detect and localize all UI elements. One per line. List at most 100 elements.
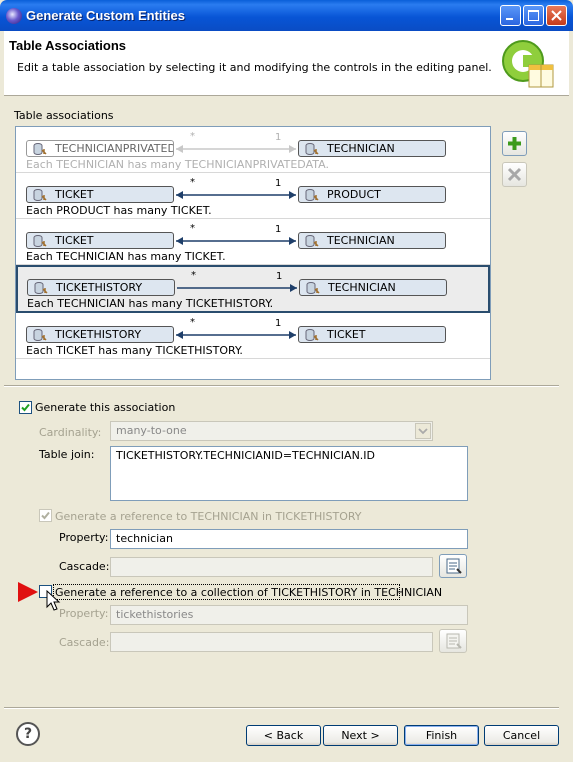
cascade-field[interactable] bbox=[110, 557, 433, 577]
cascade-browse-button[interactable] bbox=[439, 554, 467, 578]
plus-icon bbox=[508, 137, 521, 150]
association-row[interactable]: TICKETHISTORY * 1 TICKET Each TICKET has… bbox=[16, 313, 490, 359]
right-table-box: TECHNICIAN bbox=[298, 232, 446, 249]
cardinality-select[interactable]: many-to-one bbox=[110, 421, 433, 441]
association-description: Each TICKET has many TICKETHISTORY. bbox=[26, 344, 243, 357]
association-row[interactable]: TICKET * 1 TECHNICIAN Each TECHNICIAN ha… bbox=[16, 219, 490, 265]
table-associations-label: Table associations bbox=[14, 109, 114, 122]
left-cardinality: * bbox=[190, 131, 195, 142]
next-button[interactable]: Next > bbox=[323, 725, 398, 746]
minimize-icon bbox=[506, 18, 513, 20]
help-icon: ? bbox=[23, 726, 33, 742]
left-table-box: TECHNICIANPRIVATEDA bbox=[26, 140, 174, 157]
left-table-name: TICKETHISTORY bbox=[55, 328, 142, 341]
left-cardinality: * bbox=[190, 317, 195, 328]
left-table-name: TICKET bbox=[55, 188, 94, 201]
eclipse-icon bbox=[6, 8, 22, 24]
generate-reference-label: Generate a reference to TECHNICIAN in TI… bbox=[55, 510, 362, 523]
right-table-name: TECHNICIAN bbox=[327, 234, 395, 247]
association-arrow bbox=[177, 284, 297, 292]
association-row[interactable]: TECHNICIANPRIVATEDA * 1 TECHNICIAN Each … bbox=[16, 127, 490, 173]
right-table-name: TECHNICIAN bbox=[328, 281, 396, 294]
help-button[interactable]: ? bbox=[16, 722, 40, 746]
cardinality-value: many-to-one bbox=[116, 424, 187, 437]
chevron-down-icon bbox=[415, 423, 431, 439]
database-table-icon bbox=[305, 143, 319, 155]
collection-cascade-browse-button[interactable] bbox=[439, 629, 467, 653]
collection-property-field[interactable]: tickethistories bbox=[110, 605, 468, 625]
wizard-header: Table Associations Edit a table associat… bbox=[4, 31, 569, 96]
database-table-icon bbox=[305, 329, 319, 341]
table-join-label: Table join: bbox=[39, 448, 95, 461]
generate-association-checkbox[interactable] bbox=[19, 401, 32, 414]
right-table-name: PRODUCT bbox=[327, 188, 381, 201]
database-table-icon bbox=[305, 235, 319, 247]
page-title: Table Associations bbox=[9, 38, 127, 53]
cascade-label: Cascade: bbox=[59, 560, 110, 573]
right-table-name: TICKET bbox=[327, 328, 366, 341]
left-table-name: TECHNICIANPRIVATEDA bbox=[55, 142, 174, 155]
wizard-banner-icon bbox=[502, 40, 554, 88]
left-table-box: TICKET bbox=[26, 186, 174, 203]
x-icon bbox=[507, 167, 522, 182]
checkmark-icon bbox=[41, 511, 50, 520]
database-table-icon bbox=[33, 329, 47, 341]
page-description: Edit a table association by selecting it… bbox=[17, 61, 492, 74]
database-table-icon bbox=[305, 189, 319, 201]
association-row[interactable]: TICKET * 1 PRODUCT Each PRODUCT has many… bbox=[16, 173, 490, 219]
right-table-box: TECHNICIAN bbox=[298, 140, 446, 157]
property-field[interactable]: technician bbox=[110, 529, 468, 549]
association-arrow bbox=[176, 191, 296, 199]
left-table-box: TICKETHISTORY bbox=[26, 326, 174, 343]
minimize-button[interactable] bbox=[500, 5, 521, 26]
right-table-box: TECHNICIAN bbox=[299, 279, 447, 296]
left-cardinality: * bbox=[190, 177, 195, 188]
maximize-icon bbox=[528, 10, 539, 21]
generate-reference-checkbox[interactable] bbox=[39, 509, 52, 522]
property-label: Property: bbox=[59, 531, 109, 544]
right-table-box: PRODUCT bbox=[298, 186, 446, 203]
database-table-icon bbox=[306, 282, 320, 294]
database-table-icon bbox=[33, 189, 47, 201]
separator bbox=[4, 385, 559, 387]
association-description: Each TECHNICIAN has many TICKET. bbox=[26, 250, 226, 263]
add-association-button[interactable] bbox=[502, 131, 527, 156]
association-description: Each TECHNICIAN has many TICKETHISTORY. bbox=[27, 297, 274, 310]
collection-cascade-field[interactable] bbox=[110, 632, 433, 652]
association-arrow bbox=[176, 237, 296, 245]
finish-button[interactable]: Finish bbox=[404, 725, 479, 746]
edit-list-icon bbox=[446, 558, 462, 574]
association-description: Each TECHNICIAN has many TECHNICIANPRIVA… bbox=[26, 158, 329, 171]
left-cardinality: * bbox=[191, 270, 196, 281]
left-cardinality: * bbox=[190, 223, 195, 234]
edit-list-icon bbox=[446, 633, 462, 649]
checkmark-icon bbox=[21, 403, 30, 412]
close-button[interactable] bbox=[546, 5, 567, 26]
generate-association-label: Generate this association bbox=[35, 401, 176, 414]
collection-property-label: Property: bbox=[59, 607, 109, 620]
cancel-button[interactable]: Cancel bbox=[484, 725, 559, 746]
footer-separator bbox=[4, 707, 559, 709]
title-bar[interactable]: Generate Custom Entities bbox=[0, 0, 573, 31]
left-table-name: TICKETHISTORY bbox=[56, 281, 143, 294]
database-table-icon bbox=[33, 143, 47, 155]
left-table-box: TICKETHISTORY bbox=[27, 279, 175, 296]
cardinality-label: Cardinality: bbox=[39, 426, 102, 439]
database-table-icon bbox=[34, 282, 48, 294]
associations-list[interactable]: TECHNICIANPRIVATEDA * 1 TECHNICIAN Each … bbox=[15, 126, 491, 380]
close-icon bbox=[551, 10, 562, 21]
association-description: Each PRODUCT has many TICKET. bbox=[26, 204, 212, 217]
association-row-selected[interactable]: TICKETHISTORY * 1 TECHNICIAN Each TECHNI… bbox=[16, 265, 490, 313]
remove-association-button[interactable] bbox=[502, 162, 527, 187]
generate-collection-label: Generate a reference to a collection of … bbox=[55, 586, 443, 599]
window-title: Generate Custom Entities bbox=[26, 8, 185, 23]
left-table-name: TICKET bbox=[55, 234, 94, 247]
back-button[interactable]: < Back bbox=[246, 725, 321, 746]
association-arrow bbox=[176, 145, 296, 153]
left-table-box: TICKET bbox=[26, 232, 174, 249]
red-arrow-pointer-icon bbox=[18, 582, 38, 602]
right-table-box: TICKET bbox=[298, 326, 446, 343]
association-arrow bbox=[176, 331, 296, 339]
table-join-field[interactable]: TICKETHISTORY.TECHNICIANID=TECHNICIAN.ID bbox=[110, 446, 468, 501]
maximize-button[interactable] bbox=[523, 5, 544, 26]
